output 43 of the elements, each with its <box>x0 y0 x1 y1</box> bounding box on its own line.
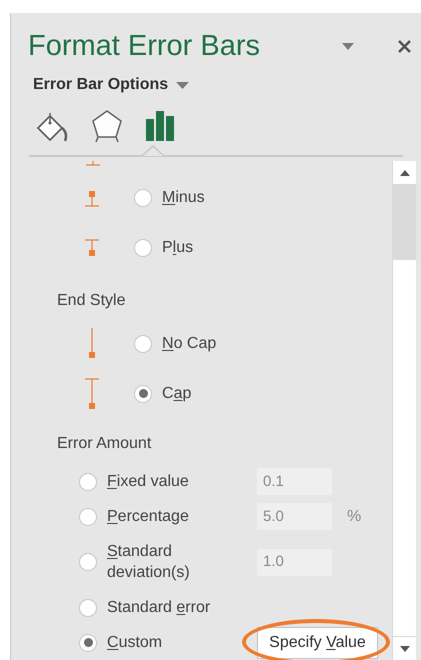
error-bar-icon <box>83 188 101 208</box>
error-bar-icon <box>83 238 101 258</box>
caret-icon[interactable] <box>342 42 354 50</box>
scroll-thumb[interactable] <box>393 185 416 260</box>
options-menu[interactable]: Error Bar Options <box>33 73 168 97</box>
radio-button[interactable] <box>79 508 97 526</box>
radio-button[interactable] <box>79 634 97 652</box>
radio-label: No Cap <box>162 334 216 354</box>
radio-button[interactable] <box>134 188 152 207</box>
pentagon-icon <box>91 109 123 143</box>
value-field[interactable]: 1.0 <box>257 548 332 576</box>
radio-label: Standard deviation(s) <box>107 542 191 584</box>
radio-label: Percentage <box>107 507 190 528</box>
radio-button[interactable] <box>79 553 97 572</box>
pane-title: Format Error Bars <box>28 29 260 63</box>
caret-icon[interactable] <box>176 82 190 88</box>
unit-label: % <box>347 506 362 527</box>
radio-button[interactable] <box>134 238 152 257</box>
radio-label: Standard error <box>107 598 212 618</box>
radio-label: Fixed value <box>107 472 190 492</box>
specify-value-button[interactable]: Specify Value <box>257 626 378 659</box>
radio-button[interactable] <box>79 598 97 617</box>
radio-label: Cap <box>162 384 192 404</box>
section-heading: End Style <box>57 290 126 311</box>
scroll-down-icon[interactable] <box>400 646 410 652</box>
radio-button[interactable] <box>134 384 152 403</box>
value-field[interactable]: 5.0 <box>257 503 332 530</box>
radio-label: Plus <box>162 238 194 258</box>
tab[interactable] <box>145 109 175 143</box>
scroll-up-icon[interactable] <box>400 170 410 176</box>
radio-button[interactable] <box>134 334 152 353</box>
tab[interactable] <box>91 109 123 143</box>
radio-button[interactable] <box>79 472 97 491</box>
section-heading: Error Amount <box>57 434 152 454</box>
scrollbar[interactable] <box>392 161 416 660</box>
error-bar-icon <box>83 378 101 410</box>
radio-label: Custom <box>107 633 164 654</box>
close-icon[interactable] <box>398 40 411 52</box>
paint-bucket-icon <box>35 111 69 143</box>
radio-label: Minus <box>162 188 205 208</box>
tab[interactable] <box>35 111 69 143</box>
bar-chart-icon <box>145 109 175 141</box>
value-field[interactable]: 0.1 <box>257 468 332 496</box>
